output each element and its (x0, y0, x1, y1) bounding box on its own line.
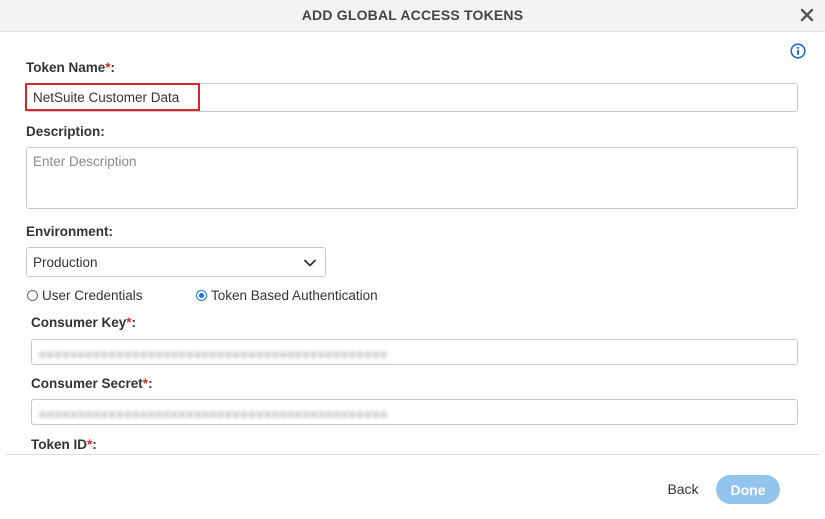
consumer-secret-label: Consumer Secret*: (31, 376, 153, 391)
consumer-key-label-text: Consumer Key (31, 315, 127, 330)
label-suffix: : (92, 437, 97, 452)
dialog-title: ADD GLOBAL ACCESS TOKENS (301, 7, 524, 23)
label-suffix: : (148, 376, 153, 391)
back-button[interactable]: Back (658, 477, 708, 501)
dialog-header: ADD GLOBAL ACCESS TOKENS (0, 0, 825, 32)
info-icon[interactable] (790, 43, 806, 59)
radio-button-checked[interactable] (196, 289, 207, 301)
consumer-key-input[interactable]: ●●●●●●●●●●●●●●●●●●●●●●●●●●●●●●●●●●●●●●●●… (31, 339, 798, 365)
radio-token-based-authentication[interactable]: Token Based Authentication (196, 287, 378, 303)
label-suffix: : (110, 60, 116, 75)
chevron-down-icon (304, 259, 316, 267)
token-name-label-text: Token Name (26, 60, 106, 75)
consumer-key-label: Consumer Key*: (31, 315, 136, 330)
consumer-secret-input[interactable]: ●●●●●●●●●●●●●●●●●●●●●●●●●●●●●●●●●●●●●●●●… (31, 399, 798, 425)
environment-label: Environment: (26, 224, 114, 239)
masked-value: ●●●●●●●●●●●●●●●●●●●●●●●●●●●●●●●●●●●●●●●●… (39, 407, 388, 421)
token-name-label: Token Name*: (26, 60, 115, 75)
masked-value: ●●●●●●●●●●●●●●●●●●●●●●●●●●●●●●●●●●●●●●●●… (39, 347, 388, 361)
environment-selected-value: Production (33, 255, 98, 270)
label-suffix: : (131, 315, 137, 330)
description-input[interactable] (26, 147, 798, 209)
add-global-access-tokens-dialog: ADD GLOBAL ACCESS TOKENS Token Name*: De… (0, 0, 825, 519)
footer-divider (6, 454, 819, 455)
token-name-input[interactable] (26, 83, 798, 112)
consumer-secret-label-text: Consumer Secret (31, 376, 143, 391)
close-icon[interactable] (799, 7, 815, 23)
radio-label-user-credentials: User Credentials (42, 287, 143, 303)
radio-button-unchecked[interactable] (27, 289, 38, 301)
radio-label-token-based-auth: Token Based Authentication (211, 287, 378, 303)
radio-user-credentials[interactable]: User Credentials (27, 287, 143, 303)
environment-select[interactable]: Production (26, 247, 326, 277)
done-button[interactable]: Done (716, 475, 780, 504)
token-id-label-text: Token ID (31, 437, 88, 452)
token-id-label: Token ID*: (31, 437, 97, 452)
description-label: Description: (26, 124, 105, 139)
